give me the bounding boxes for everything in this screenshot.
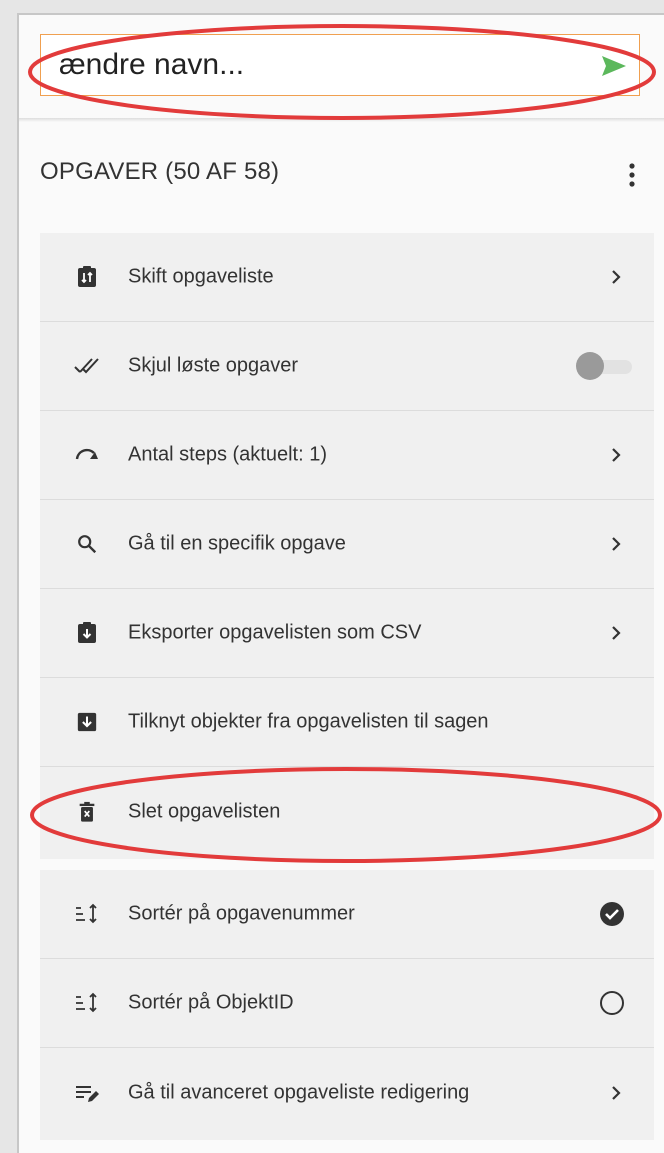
swap-list-icon xyxy=(74,264,100,290)
task-options-menu: Skift opgaveliste Skjul løste opgaver Anta… xyxy=(40,233,654,859)
menu-item-slet-opgavelisten[interactable]: Slet opgavelisten xyxy=(40,767,654,856)
search-bar xyxy=(40,34,640,96)
send-icon[interactable] xyxy=(601,54,627,78)
page-title: OPGAVER (50 AF 58) xyxy=(40,158,280,185)
menu-item-tilknyt-objekter-fra-opgavelisten[interactable]: Tilknyt objekter fra opgavelisten til sa… xyxy=(40,678,654,767)
menu-item-label: Tilknyt objekter fra opgavelisten til sa… xyxy=(128,710,489,733)
radio-unchecked-icon[interactable] xyxy=(598,989,626,1017)
chevron-right-icon xyxy=(612,448,621,462)
menu-item-label: Sortér på ObjektID xyxy=(128,991,294,1014)
step-arrow-icon xyxy=(74,442,100,468)
menu-item-eksporter-opgavelisten-som-csv[interactable]: Eksporter opgavelisten som CSV xyxy=(40,589,654,678)
hide-solved-toggle[interactable] xyxy=(576,352,634,380)
menu-item-antal-steps-aktuelt-1[interactable]: Antal steps (aktuelt: 1) xyxy=(40,411,654,500)
double-check-icon xyxy=(74,353,100,379)
download-box-icon xyxy=(74,709,100,735)
rename-input[interactable] xyxy=(59,45,559,85)
more-vert-icon[interactable] xyxy=(622,160,642,190)
chevron-right-icon xyxy=(612,1085,621,1100)
trash-icon xyxy=(74,799,100,825)
menu-item-label: Gå til en specifik opgave xyxy=(128,532,346,555)
menu-item-label: Skjul løste opgaver xyxy=(128,354,299,377)
checked-circle-icon[interactable] xyxy=(598,900,626,928)
chevron-right-icon xyxy=(612,537,621,551)
sort-options-menu: Sortér på opgavenummer Sortér på ObjektID… xyxy=(40,870,654,1140)
menu-item-label: Sortér på opgavenummer xyxy=(128,902,355,925)
menu-item-skift-opgaveliste[interactable]: Skift opgaveliste xyxy=(40,233,654,322)
export-clipboard-icon xyxy=(74,620,100,646)
header-divider xyxy=(19,118,664,122)
menu-item-label: Eksporter opgavelisten som CSV xyxy=(128,621,422,644)
menu-item-sorter-pa-opgavenummer[interactable]: Sortér på opgavenummer xyxy=(40,870,654,959)
menu-item-skjul-loste-opgaver[interactable]: Skjul løste opgaver xyxy=(40,322,654,411)
menu-item-label: Gå til avanceret opgaveliste redigering xyxy=(128,1081,470,1103)
search-icon xyxy=(74,531,100,557)
menu-item-ga-til-avanceret-opgaveliste[interactable]: Gå til avanceret opgaveliste redigering xyxy=(40,1048,654,1137)
menu-item-label: Slet opgavelisten xyxy=(128,800,281,822)
menu-item-label: Skift opgaveliste xyxy=(128,265,274,288)
sort-icon xyxy=(74,990,100,1016)
menu-item-label: Antal steps (aktuelt: 1) xyxy=(128,443,327,466)
menu-item-ga-til-en-specifik[interactable]: Gå til en specifik opgave xyxy=(40,500,654,589)
chevron-right-icon xyxy=(612,270,621,284)
chevron-right-icon xyxy=(612,626,621,640)
edit-list-icon xyxy=(74,1080,100,1106)
menu-item-sorter-pa-objektid[interactable]: Sortér på ObjektID xyxy=(40,959,654,1048)
sort-icon xyxy=(74,901,100,927)
